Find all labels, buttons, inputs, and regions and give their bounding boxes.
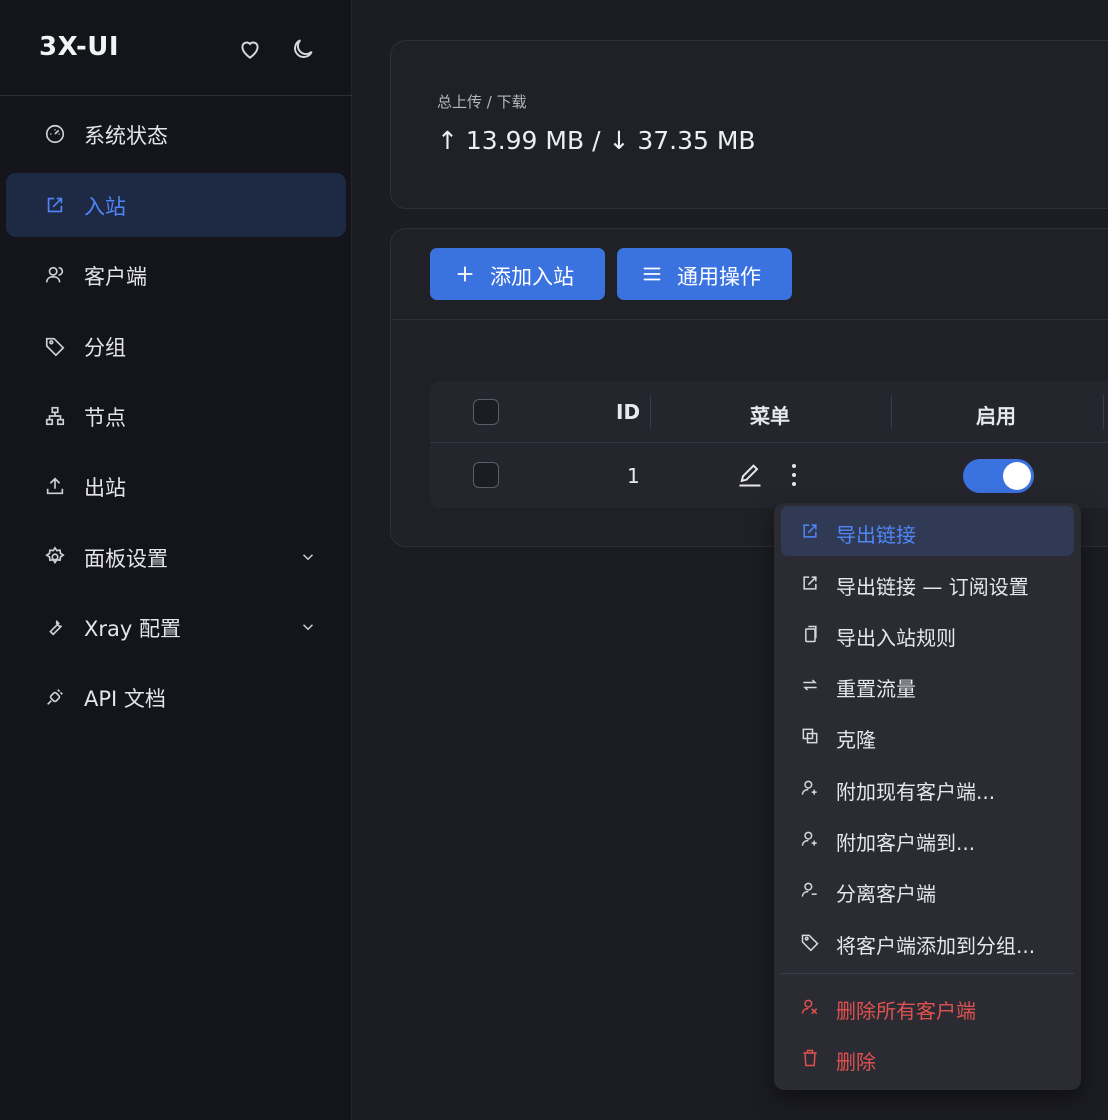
sidebar-item-panel-settings[interactable]: 面板设置: [6, 525, 346, 589]
chevron-down-icon: [299, 548, 317, 566]
upload-icon: [44, 475, 66, 497]
sidebar-item-label: 面板设置: [84, 547, 168, 571]
user-delete-icon: [800, 997, 820, 1017]
column-header-enable: 启用: [976, 404, 1016, 428]
dashboard-gauge-icon: [44, 123, 66, 145]
menu-item-clone[interactable]: 克隆: [781, 711, 1074, 761]
traffic-stats-card: 总上传 / 下载 ↑ 13.99 MB / ↓ 37.35 MB: [390, 40, 1108, 209]
sidebar-item-clients[interactable]: 客户端: [6, 243, 346, 307]
menu-item-export-links[interactable]: 导出链接: [781, 506, 1074, 556]
menu-item-label: 将客户端添加到分组...: [836, 934, 1036, 958]
sidebar-item-label: 系统状态: [84, 124, 168, 148]
brand-header: 3X-UI: [0, 0, 352, 96]
sidebar-item-label: Xray 配置: [84, 617, 181, 641]
select-all-checkbox[interactable]: [473, 399, 499, 425]
add-inbound-label: 添加入站: [490, 265, 574, 289]
export-icon: [800, 573, 820, 593]
menu-item-reset-traffic[interactable]: 重置流量: [781, 660, 1074, 710]
menu-item-label: 附加现有客户端...: [836, 780, 996, 804]
menu-item-delete-all-clients[interactable]: 删除所有客户端: [781, 982, 1074, 1032]
inbounds-table: ID 菜单 启用 1: [430, 381, 1108, 508]
sidebar-item-inbound[interactable]: 入站: [6, 173, 346, 237]
copy-icon: [800, 624, 820, 644]
row-id: 1: [627, 464, 640, 488]
gear-icon: [44, 546, 66, 568]
menu-item-export-links-subscription[interactable]: 导出链接 — 订阅设置: [781, 558, 1074, 608]
sidebar-item-outbound[interactable]: 出站: [6, 454, 346, 518]
menu-item-add-clients-to-group[interactable]: 将客户端添加到分组...: [781, 917, 1074, 967]
menu-item-label: 附加客户端到...: [836, 831, 976, 855]
toggle-knob: [1003, 462, 1031, 490]
menu-item-label: 重置流量: [836, 677, 916, 701]
wrench-icon: [44, 616, 66, 638]
tag-icon: [44, 335, 66, 357]
sidebar-item-label: 客户端: [84, 265, 147, 289]
external-link-icon: [44, 194, 66, 216]
row-checkbox[interactable]: [473, 462, 499, 488]
cluster-icon: [44, 405, 66, 427]
column-separator: [891, 395, 892, 429]
sidebar-item-system-status[interactable]: 系统状态: [6, 102, 346, 166]
user-add-icon: [800, 778, 820, 798]
sidebar: 3X-UI 系统状态 入站 客户端 分组 节点 出站 面板设置 Xray 配置 …: [0, 0, 352, 1120]
sidebar-item-api-docs[interactable]: API 文档: [6, 665, 346, 729]
menu-item-attach-clients-to[interactable]: 附加客户端到...: [781, 814, 1074, 864]
edit-pencil-icon[interactable]: [736, 461, 764, 489]
column-separator: [650, 395, 651, 429]
card-divider: [391, 319, 1108, 320]
plus-icon: [454, 263, 476, 285]
sidebar-item-label: 出站: [84, 476, 126, 500]
menu-item-label: 导出入站规则: [836, 626, 956, 650]
menu-lines-icon: [641, 263, 663, 285]
chevron-down-icon: [299, 618, 317, 636]
sidebar-item-label: 节点: [84, 406, 126, 430]
moon-icon[interactable]: [290, 36, 316, 62]
menu-item-export-inbound-rules[interactable]: 导出入站规则: [781, 609, 1074, 659]
sidebar-item-label: 入站: [84, 195, 126, 219]
trash-icon: [800, 1048, 820, 1068]
inbound-actions-dropdown: 导出链接 导出链接 — 订阅设置 导出入站规则 重置流量 克隆 附加现有客户端.…: [774, 503, 1081, 1090]
export-icon: [800, 521, 820, 541]
column-header-id: ID: [616, 400, 641, 424]
swap-icon: [800, 675, 820, 695]
menu-item-detach-clients[interactable]: 分离客户端: [781, 865, 1074, 915]
heart-icon[interactable]: [237, 36, 263, 62]
enable-toggle[interactable]: [963, 459, 1034, 493]
clone-icon: [800, 726, 820, 746]
header-divider: [430, 442, 1108, 443]
sidebar-item-label: 分组: [84, 336, 126, 360]
column-header-menu: 菜单: [750, 404, 790, 428]
menu-item-label: 删除: [836, 1050, 876, 1074]
sidebar-item-xray-config[interactable]: Xray 配置: [6, 595, 346, 659]
user-remove-icon: [800, 880, 820, 900]
column-separator: [1103, 395, 1104, 429]
menu-item-label: 导出链接: [836, 523, 916, 547]
user-add-icon: [800, 829, 820, 849]
tag-icon: [800, 932, 820, 952]
sidebar-item-nodes[interactable]: 节点: [6, 384, 346, 448]
menu-divider: [781, 973, 1074, 974]
brand-title: 3X-UI: [39, 32, 120, 62]
sidebar-item-label: API 文档: [84, 687, 166, 711]
plug-icon: [44, 686, 66, 708]
menu-item-label: 导出链接 — 订阅设置: [836, 575, 1029, 599]
menu-item-delete[interactable]: 删除: [781, 1033, 1074, 1083]
menu-item-attach-existing-clients[interactable]: 附加现有客户端...: [781, 763, 1074, 813]
sidebar-item-groups[interactable]: 分组: [6, 314, 346, 378]
traffic-stats-label: 总上传 / 下载: [437, 93, 527, 111]
users-icon: [44, 264, 66, 286]
more-vertical-icon[interactable]: [786, 461, 802, 489]
menu-item-label: 删除所有客户端: [836, 999, 976, 1023]
traffic-stats-value: ↑ 13.99 MB / ↓ 37.35 MB: [437, 126, 756, 155]
general-actions-button[interactable]: 通用操作: [617, 248, 792, 300]
menu-item-label: 分离客户端: [836, 882, 936, 906]
general-actions-label: 通用操作: [677, 265, 761, 289]
add-inbound-button[interactable]: 添加入站: [430, 248, 605, 300]
menu-item-label: 克隆: [836, 728, 876, 752]
